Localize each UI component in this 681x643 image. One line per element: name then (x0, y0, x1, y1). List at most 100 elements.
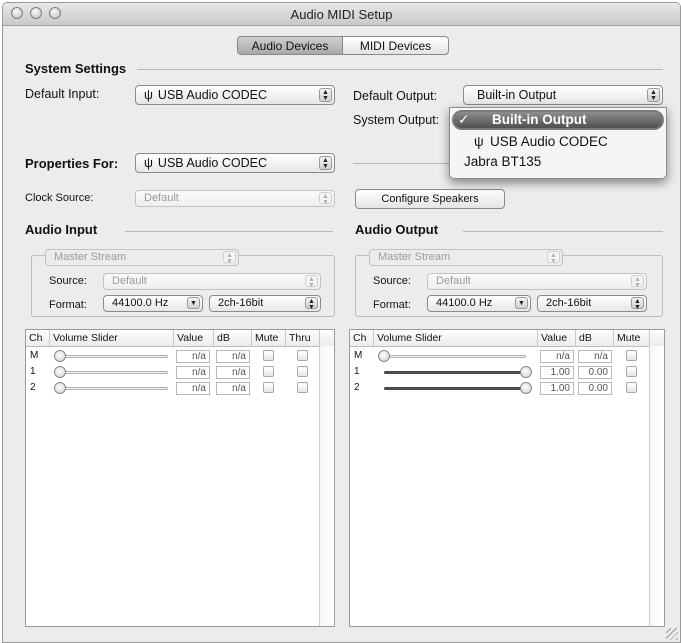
output-table-scrollbar[interactable] (649, 346, 664, 626)
volume-slider-knob[interactable] (520, 366, 532, 378)
input-source-popup[interactable]: Default ▲ ▼ (103, 273, 321, 290)
db-field[interactable]: n/a (578, 350, 612, 363)
thru-checkbox[interactable] (297, 382, 308, 393)
properties-for-value: USB Audio CODEC (157, 156, 267, 170)
value-field[interactable]: n/a (176, 366, 210, 379)
resize-grip-icon[interactable] (666, 628, 678, 640)
popup-arrows-icon: ▲ ▼ (631, 297, 644, 311)
column-header-mute: Mute (252, 330, 286, 346)
properties-for-popup[interactable]: ψ USB Audio CODEC ▲ ▼ (135, 153, 335, 173)
db-field[interactable]: 0.00 (578, 382, 612, 395)
output-format-rate-value: 44100.0 Hz (436, 297, 493, 309)
tab-midi-devices[interactable]: MIDI Devices (343, 36, 449, 55)
dropdown-arrow-icon: ▼ (187, 297, 200, 309)
column-header-ch: Ch (26, 330, 50, 346)
db-field[interactable]: 0.00 (578, 366, 612, 379)
column-header-volume-slider: Volume Slider (50, 330, 174, 346)
menu-item-jabra-bt135[interactable]: Jabra BT135 (450, 152, 666, 172)
volume-slider-knob[interactable] (54, 366, 66, 378)
output-stream-popup[interactable]: Master Stream ▲ ▼ (369, 249, 563, 266)
system-output-label: System Output: (353, 113, 440, 127)
table-row: 2 1.00 0.00 (350, 381, 650, 396)
mute-checkbox[interactable] (263, 366, 274, 377)
usb-icon: ψ (144, 88, 153, 102)
volume-slider-track[interactable] (60, 355, 168, 358)
popup-arrows-icon: ▲ ▼ (223, 251, 236, 265)
value-field[interactable]: 1.00 (540, 366, 574, 379)
volume-slider-knob[interactable] (378, 350, 390, 362)
window-title: Audio MIDI Setup (290, 7, 393, 22)
title-bar[interactable]: Audio MIDI Setup (3, 3, 680, 26)
audio-input-channel-table[interactable]: Ch Volume Slider Value dB Mute Thru Mn/a… (25, 329, 335, 627)
input-format-bits-value: 2ch-16bit (218, 297, 264, 309)
column-header-mute: Mute (614, 330, 650, 346)
column-header-db: dB (214, 330, 252, 346)
input-table-scrollbar[interactable] (319, 346, 334, 626)
volume-slider-knob[interactable] (54, 382, 66, 394)
volume-slider-knob[interactable] (520, 382, 532, 394)
volume-slider-track[interactable] (60, 387, 168, 390)
mute-checkbox[interactable] (263, 350, 274, 361)
tab-audio-devices[interactable]: Audio Devices (237, 36, 343, 55)
audio-output-channel-table[interactable]: Ch Volume Slider Value dB Mute Mn/a n/a 1 1… (349, 329, 665, 627)
column-header-thru: Thru (286, 330, 320, 346)
db-field[interactable]: n/a (216, 366, 250, 379)
menu-item-label: USB Audio CODEC (490, 134, 608, 149)
table-row: Mn/a n/a (350, 349, 650, 364)
default-input-label: Default Input: (25, 87, 100, 101)
input-stream-popup[interactable]: Master Stream ▲ ▼ (45, 249, 239, 266)
table-header: Ch Volume Slider Value dB Mute (350, 330, 664, 347)
input-format-label: Format: (49, 299, 87, 311)
input-format-rate-popup[interactable]: 44100.0 Hz ▼ (103, 295, 203, 312)
value-field[interactable]: 1.00 (540, 382, 574, 395)
input-format-bits-popup[interactable]: 2ch-16bit ▲ ▼ (209, 295, 321, 312)
input-source-value: Default (112, 275, 147, 287)
volume-slider-track[interactable] (384, 355, 526, 358)
volume-slider-track[interactable] (384, 387, 526, 390)
thru-checkbox[interactable] (297, 366, 308, 377)
output-source-popup[interactable]: Default ▲ ▼ (427, 273, 647, 290)
volume-slider-track[interactable] (60, 371, 168, 374)
popup-arrows-icon: ▲ ▼ (319, 192, 332, 206)
default-output-popup[interactable]: Built-in Output ▲ ▼ (463, 85, 663, 105)
clock-source-label: Clock Source: (25, 192, 94, 204)
volume-slider-track[interactable] (384, 371, 526, 374)
menu-item-built-in-output[interactable]: ✓ Built-in Output (452, 110, 664, 130)
table-header: Ch Volume Slider Value dB Mute Thru (26, 330, 334, 347)
db-field[interactable]: n/a (216, 382, 250, 395)
channel-label: M (354, 350, 363, 361)
db-field[interactable]: n/a (216, 350, 250, 363)
value-field[interactable]: n/a (540, 350, 574, 363)
thru-checkbox[interactable] (297, 350, 308, 361)
output-format-bits-popup[interactable]: 2ch-16bit ▲ ▼ (537, 295, 647, 312)
output-format-rate-popup[interactable]: 44100.0 Hz ▼ (427, 295, 531, 312)
popup-arrows-icon: ▲ ▼ (305, 275, 318, 289)
default-output-value: Built-in Output (477, 88, 557, 102)
menu-item-usb-audio-codec[interactable]: ψ USB Audio CODEC (450, 132, 666, 152)
divider (463, 231, 663, 232)
divider (125, 231, 333, 232)
default-output-label: Default Output: (353, 89, 438, 103)
mute-checkbox[interactable] (626, 350, 637, 361)
configure-speakers-button[interactable]: Configure Speakers (355, 189, 505, 209)
column-header-value: Value (538, 330, 576, 346)
mute-checkbox[interactable] (263, 382, 274, 393)
default-input-popup[interactable]: ψ USB Audio CODEC ▲ ▼ (135, 85, 335, 105)
output-device-menu: ✓ Built-in Output ψ USB Audio CODEC Jabr… (449, 107, 667, 179)
clock-source-popup[interactable]: Default ▲ ▼ (135, 190, 335, 207)
column-header-value: Value (174, 330, 214, 346)
menu-item-label: Built-in Output (492, 112, 587, 127)
value-field[interactable]: n/a (176, 382, 210, 395)
channel-label: 2 (30, 382, 36, 393)
audio-output-heading: Audio Output (355, 222, 439, 237)
popup-arrows-icon: ▲ ▼ (647, 88, 660, 102)
mute-checkbox[interactable] (626, 382, 637, 393)
channel-label: M (30, 350, 39, 361)
default-input-value: USB Audio CODEC (157, 88, 267, 102)
value-field[interactable]: n/a (176, 350, 210, 363)
dropdown-arrow-icon: ▼ (515, 297, 528, 309)
channel-label: 2 (354, 382, 360, 393)
volume-slider-knob[interactable] (54, 350, 66, 362)
mute-checkbox[interactable] (626, 366, 637, 377)
table-row: 1 n/a n/a (26, 365, 320, 380)
